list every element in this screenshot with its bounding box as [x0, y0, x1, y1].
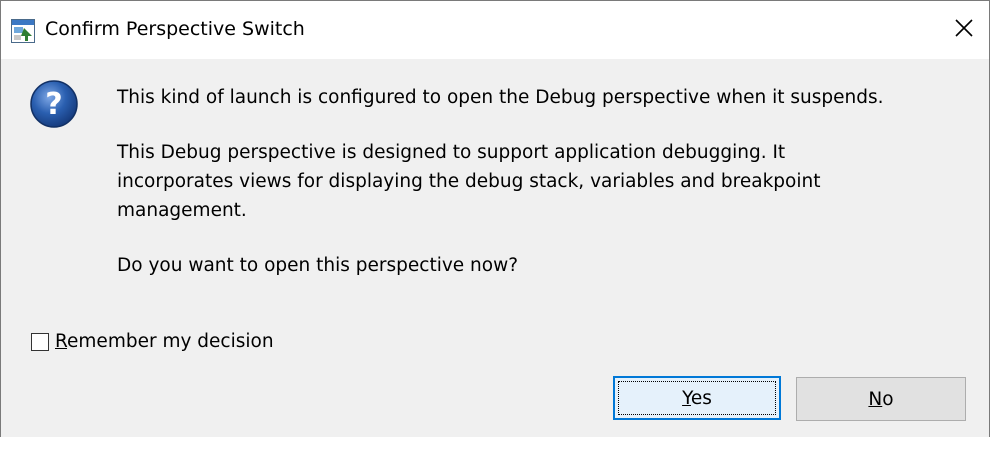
message-paragraph-2-line-1: This Debug perspective is designed to su… — [117, 142, 786, 163]
message-body: This kind of launch is configured to ope… — [117, 83, 967, 306]
title-bar: Confirm Perspective Switch — [1, 1, 989, 59]
svg-text:?: ? — [45, 87, 62, 122]
message-paragraph-2-line-3: management. — [117, 200, 247, 221]
message-paragraph-3: Do you want to open this perspective now… — [117, 255, 519, 276]
message-paragraph-2: This Debug perspective is designed to su… — [117, 138, 967, 225]
remember-label-rest: emember my decision — [67, 331, 274, 352]
remember-decision-checkbox[interactable]: Remember my decision — [31, 331, 274, 352]
message-paragraph-1: This kind of launch is configured to ope… — [117, 87, 884, 108]
eclipse-window-icon — [11, 19, 35, 43]
remember-mnemonic: R — [55, 331, 68, 352]
close-button[interactable] — [939, 1, 989, 59]
no-label-rest: o — [882, 388, 894, 410]
close-icon — [955, 19, 973, 41]
checkbox-box[interactable] — [31, 332, 49, 351]
message-paragraph-2-line-2: incorporates views for displaying the de… — [117, 171, 821, 192]
confirm-perspective-dialog: Confirm Perspective Switch ? This kind o… — [0, 0, 990, 437]
no-button[interactable]: No — [796, 377, 966, 421]
dialog-title: Confirm Perspective Switch — [45, 18, 305, 40]
focus-ring — [618, 381, 776, 415]
question-icon: ? — [29, 79, 79, 129]
no-mnemonic: N — [868, 388, 883, 410]
no-button-label: No — [868, 389, 893, 410]
yes-button[interactable]: Yes — [613, 376, 781, 420]
remember-decision-label: Remember my decision — [55, 331, 274, 352]
